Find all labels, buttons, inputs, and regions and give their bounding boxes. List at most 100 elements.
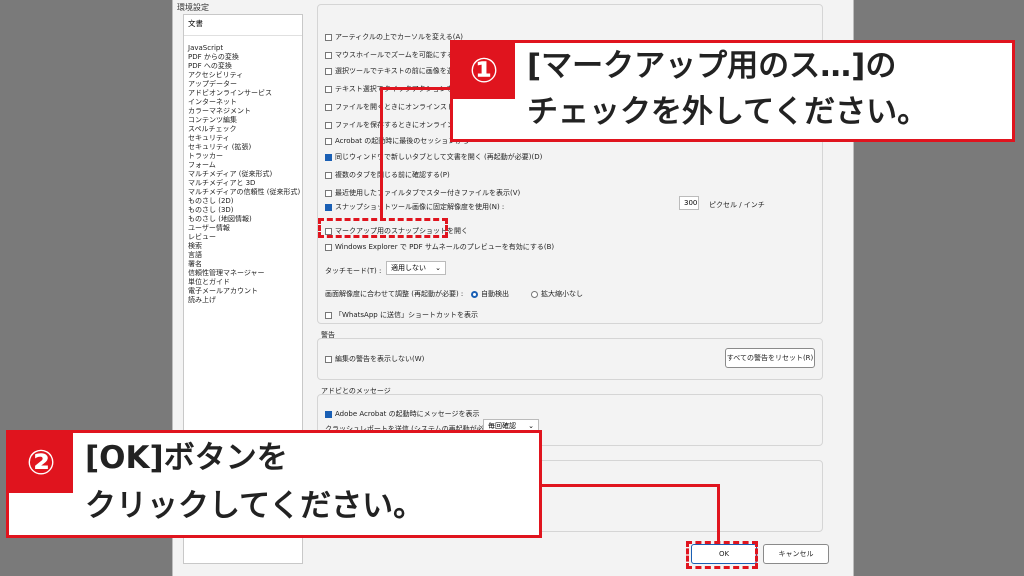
resolution-value: 300	[684, 199, 698, 207]
category-item[interactable]: 署名	[184, 260, 302, 269]
category-item[interactable]: マルチメディアと 3D	[184, 179, 302, 188]
step1-badge: ①	[453, 43, 515, 99]
radio-zoom-label: 拡大縮小なし	[541, 290, 583, 298]
option-checkbox[interactable]: 複数のタブを閉じる前に確認する(P)	[325, 170, 450, 180]
warnings-checkbox[interactable]: 編集の警告を表示しない(W)	[325, 354, 424, 364]
checkbox-icon	[325, 203, 332, 211]
chevron-down-icon: ⌄	[435, 264, 441, 272]
category-item[interactable]: 読み上げ	[184, 296, 302, 305]
checkbox-icon	[325, 243, 332, 251]
option-label: アーティクルの上でカーソルを変える(A)	[335, 33, 463, 41]
option-checkbox[interactable]: Acrobat の起動時に最後のセッションから	[325, 136, 469, 146]
checkbox-icon	[325, 33, 332, 41]
reset-warnings-button[interactable]: すべての警告をリセット(R)	[725, 348, 815, 368]
callout-step1: ① [マークアップ用のス…]の チェックを外してください。	[450, 40, 1015, 142]
touch-mode-value: 適用しない	[391, 264, 426, 272]
category-item[interactable]: 電子メールアカウント	[184, 287, 302, 296]
category-item[interactable]: アップデーター	[184, 80, 302, 89]
category-item[interactable]: カラーマネジメント	[184, 107, 302, 116]
callout2-connector-h	[540, 484, 720, 487]
category-item[interactable]: ものさし (2D)	[184, 197, 302, 206]
checkbox-icon	[325, 121, 332, 129]
radio-auto-detect[interactable]: 自動検出	[471, 289, 509, 299]
category-item[interactable]: PDF への変換	[184, 62, 302, 71]
markup-snapshot-highlight	[318, 218, 448, 238]
warnings-checkbox-label: 編集の警告を表示しない(W)	[335, 355, 425, 363]
touch-mode-dropdown[interactable]: 適用しない ⌄	[386, 261, 446, 275]
checkbox-icon	[325, 355, 332, 363]
category-item[interactable]: アドビオンラインサービス	[184, 89, 302, 98]
option-label: 複数のタブを閉じる前に確認する(P)	[335, 171, 450, 179]
checkbox-icon	[325, 189, 332, 197]
option-checkbox[interactable]: アーティクルの上でカーソルを変える(A)	[325, 32, 463, 42]
radio-auto-label: 自動検出	[481, 290, 509, 298]
screen-res-label: 画面解像度に合わせて調整 (再起動が必要) :	[325, 290, 464, 298]
checkbox-icon	[325, 51, 332, 59]
option-checkbox[interactable]: 最近使用したファイルタブでスター付きファイルを表示(V)	[325, 188, 520, 198]
chevron-down-icon: ⌄	[528, 422, 534, 430]
radio-icon	[471, 290, 478, 298]
category-item[interactable]: マルチメディアの信頼性 (従来形式)	[184, 188, 302, 197]
whatsapp-checkbox[interactable]: 「WhatsApp に送信」ショートカットを表示	[325, 310, 478, 320]
category-item[interactable]: ものさし (地図情報)	[184, 215, 302, 224]
category-item[interactable]: PDF からの変換	[184, 53, 302, 62]
option-checkbox[interactable]: マウスホイールでズームを可能にする(Z)	[325, 50, 464, 60]
option-checkbox[interactable]: スナップショットツール画像に固定解像度を使用(N) :	[325, 202, 504, 212]
step1-line1: [マークアップ用のス…]の	[527, 48, 897, 84]
category-item[interactable]: セキュリティ	[184, 134, 302, 143]
option-label: 選択ツールでテキストの前に画像を選択	[335, 67, 461, 75]
option-label: スナップショットツール画像に固定解像度を使用(N) :	[335, 203, 505, 211]
resolution-unit: ピクセル / インチ	[709, 201, 765, 209]
dialog-title: 環境設定	[177, 3, 209, 12]
category-item[interactable]: フォーム	[184, 161, 302, 170]
option-checkbox[interactable]: 選択ツールでテキストの前に画像を選択	[325, 66, 461, 76]
step2-badge: ②	[9, 433, 73, 493]
checkbox-icon	[325, 171, 332, 179]
option-label: 同じウィンドウで新しいタブとして文書を開く (再起動が必要)(D)	[335, 153, 543, 161]
category-item[interactable]: マルチメディア (従来形式)	[184, 170, 302, 179]
category-item[interactable]: 検索	[184, 242, 302, 251]
category-item[interactable]: ユーザー情報	[184, 224, 302, 233]
checkbox-icon	[325, 137, 332, 145]
category-item[interactable]: トラッカー	[184, 152, 302, 161]
category-selected[interactable]: 文書	[184, 15, 302, 36]
option-checkbox[interactable]: Windows Explorer で PDF サムネールのプレビューを有効にする…	[325, 242, 554, 252]
option-label: マウスホイールでズームを可能にする(Z)	[335, 51, 465, 59]
category-item[interactable]: スペルチェック	[184, 125, 302, 134]
category-item[interactable]: コンテンツ編集	[184, 116, 302, 125]
whatsapp-label: 「WhatsApp に送信」ショートカットを表示	[335, 311, 478, 319]
checkbox-icon	[325, 103, 332, 111]
adobe-messages-label: Adobe Acrobat の起動時にメッセージを表示	[335, 410, 480, 418]
category-item[interactable]: インターネット	[184, 98, 302, 107]
callout1-connector-h	[380, 87, 450, 90]
callout-step2: ② [OK]ボタンを クリックしてください。	[6, 430, 542, 538]
checkbox-icon	[325, 85, 332, 93]
checkbox-icon	[325, 311, 332, 319]
cancel-button[interactable]: キャンセル	[763, 544, 829, 564]
category-item[interactable]: アクセシビリティ	[184, 71, 302, 80]
callout1-connector	[380, 89, 383, 219]
option-label: 最近使用したファイルタブでスター付きファイルを表示(V)	[335, 189, 521, 197]
adobe-messages-checkbox[interactable]: Adobe Acrobat の起動時にメッセージを表示	[325, 409, 479, 419]
category-item[interactable]: レビュー	[184, 233, 302, 242]
category-item[interactable]: ものさし (3D)	[184, 206, 302, 215]
step2-line1: [OK]ボタンを	[85, 440, 288, 476]
radio-no-scale[interactable]: 拡大縮小なし	[531, 289, 583, 299]
category-item[interactable]: 単位とガイド	[184, 278, 302, 287]
callout2-connector-v	[717, 484, 720, 542]
category-item[interactable]: 言語	[184, 251, 302, 260]
checkbox-icon	[325, 153, 332, 161]
option-label: Windows Explorer で PDF サムネールのプレビューを有効にする…	[335, 243, 555, 251]
radio-icon	[531, 290, 538, 298]
option-checkbox[interactable]: 同じウィンドウで新しいタブとして文書を開く (再起動が必要)(D)	[325, 152, 542, 162]
ok-button-highlight	[686, 541, 758, 569]
category-item[interactable]: JavaScript	[184, 44, 302, 53]
resolution-input[interactable]: 300	[679, 196, 699, 210]
step1-line2: チェックを外してください。	[527, 94, 929, 130]
checkbox-icon	[325, 410, 332, 418]
category-item[interactable]: 信頼性管理マネージャー	[184, 269, 302, 278]
category-item[interactable]: セキュリティ (拡張)	[184, 143, 302, 152]
touch-mode-label: タッチモード(T) :	[325, 267, 382, 275]
checkbox-icon	[325, 67, 332, 75]
step2-line2: クリックしてください。	[85, 488, 425, 524]
